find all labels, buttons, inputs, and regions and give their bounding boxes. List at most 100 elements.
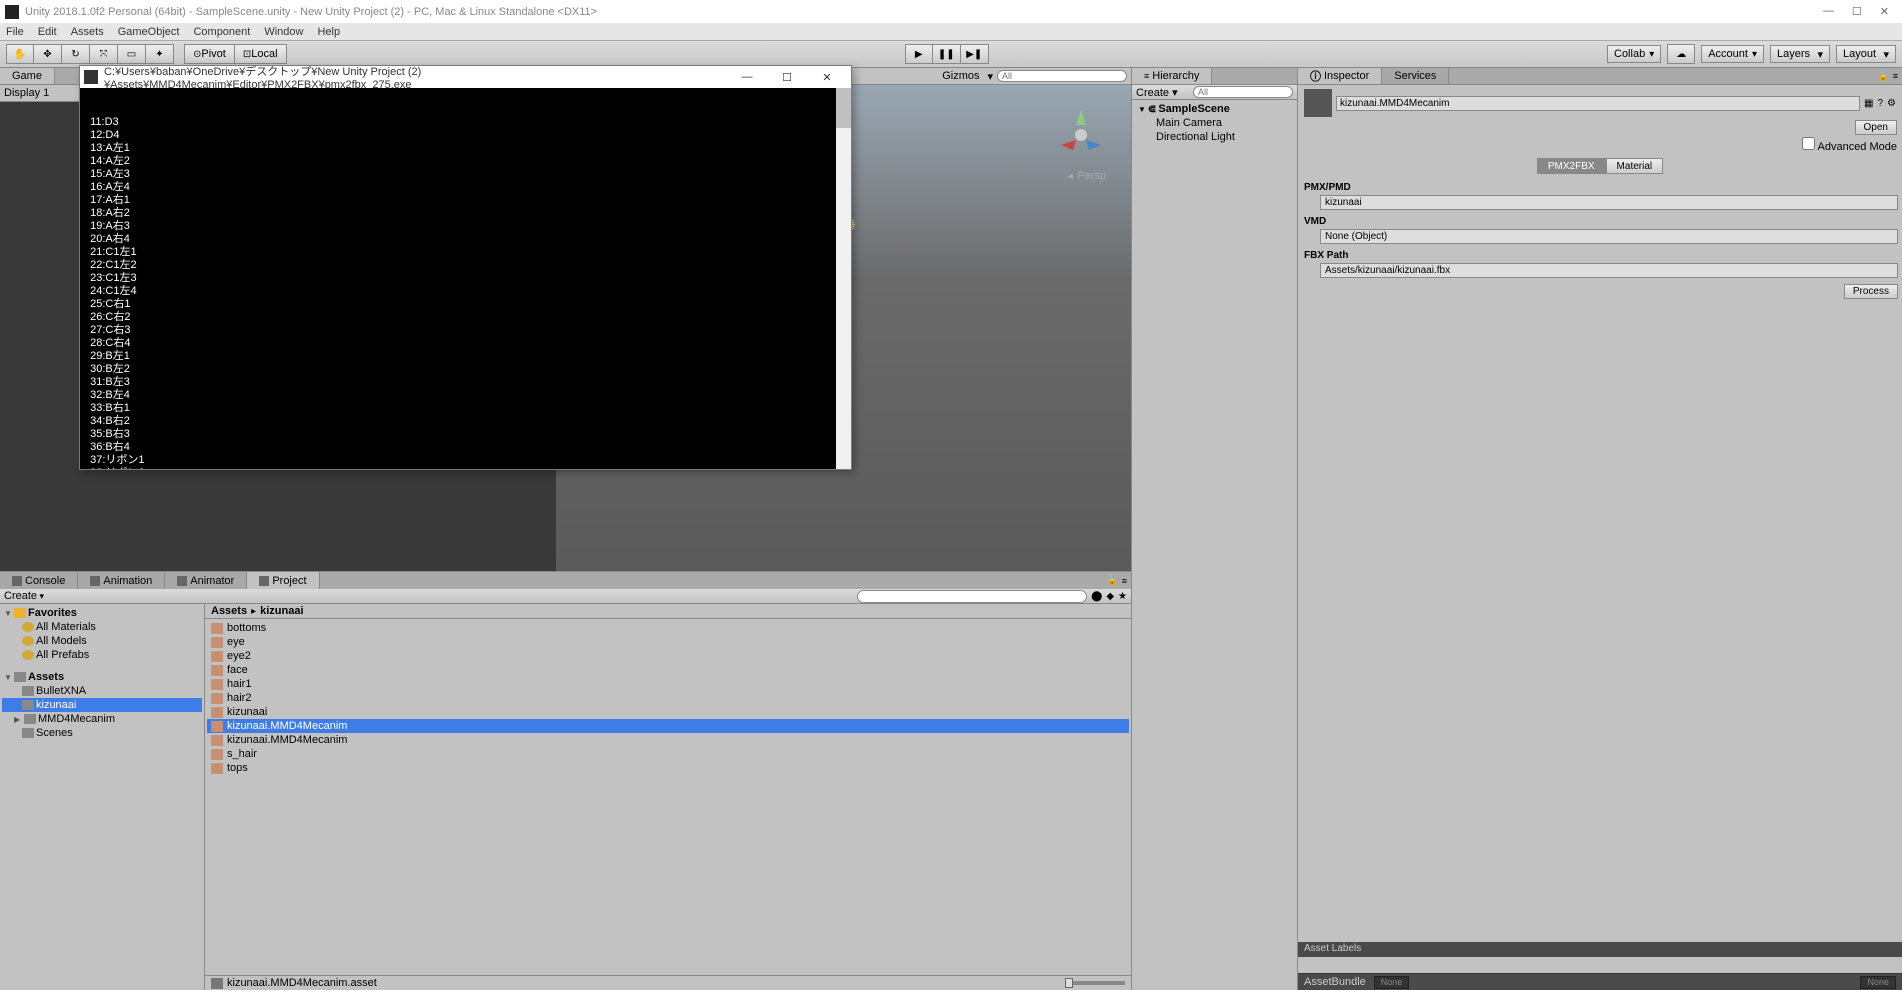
vmd-label: VMD	[1302, 212, 1898, 229]
animator-tab[interactable]: Animator	[165, 572, 247, 589]
search-filter-icon[interactable]: ⬤	[1091, 591, 1102, 602]
gizmos-dropdown[interactable]: Gizmos	[942, 70, 979, 82]
move-tool-button[interactable]: ✥	[34, 44, 62, 64]
console-tab[interactable]: Console	[0, 572, 78, 589]
menu-gameobject[interactable]: GameObject	[118, 26, 180, 38]
fav-all-models[interactable]: All Models	[2, 634, 202, 648]
favorites-header[interactable]: ▼Favorites	[2, 606, 202, 620]
asset-item[interactable]: hair2	[207, 691, 1129, 705]
folder-mmd4mecanim[interactable]: ▶MMD4Mecanim	[2, 712, 202, 726]
assets-header[interactable]: ▼Assets	[2, 670, 202, 684]
breadcrumb-root[interactable]: Assets	[211, 605, 247, 617]
asset-item[interactable]: hair1	[207, 677, 1129, 691]
project-create-dropdown[interactable]: Create ▾	[4, 590, 44, 602]
menu-edit[interactable]: Edit	[38, 26, 57, 38]
panel-menu-icon[interactable]: ≡	[1122, 576, 1127, 586]
pause-button[interactable]: ❚❚	[933, 44, 961, 64]
hierarchy-create-dropdown[interactable]: Create ▾	[1136, 86, 1178, 99]
inspector-tab[interactable]: ⓘ Inspector	[1298, 68, 1382, 84]
layout-dropdown[interactable]: Layout ▾	[1836, 45, 1896, 63]
collab-dropdown[interactable]: Collab ▾	[1607, 45, 1661, 63]
asset-item[interactable]: bottoms	[207, 621, 1129, 635]
pmx-field[interactable]	[1320, 195, 1898, 210]
asset-item[interactable]: kizunaai.MMD4Mecanim	[207, 719, 1129, 733]
display-dropdown[interactable]: Display 1	[4, 87, 49, 99]
exe-icon	[84, 70, 98, 84]
animation-tab[interactable]: Animation	[78, 572, 165, 589]
console-minimize-button[interactable]: —	[727, 71, 767, 84]
asset-name-field[interactable]	[1336, 96, 1860, 111]
asset-item[interactable]: s_hair	[207, 747, 1129, 761]
hierarchy-tab[interactable]: ≡ Hierarchy	[1132, 68, 1212, 84]
asset-item[interactable]: kizunaai	[207, 705, 1129, 719]
directional-light-item[interactable]: Directional Light	[1134, 130, 1295, 144]
lock-icon[interactable]: 🔒	[1878, 71, 1889, 82]
step-button[interactable]: ▶❚	[961, 44, 989, 64]
open-button[interactable]: Open	[1855, 120, 1897, 135]
fbx-field[interactable]	[1320, 263, 1898, 278]
process-button[interactable]: Process	[1844, 284, 1898, 299]
game-tab[interactable]: Game	[0, 68, 55, 84]
asset-item[interactable]: eye	[207, 635, 1129, 649]
account-dropdown[interactable]: Account ▾	[1701, 45, 1764, 63]
scene-search[interactable]	[997, 70, 1127, 82]
console-titlebar[interactable]: C:¥Users¥baban¥OneDrive¥デスクトップ¥New Unity…	[80, 66, 851, 88]
close-button[interactable]: ✕	[1880, 5, 1889, 18]
project-tree: ▼Favorites All Materials All Models All …	[0, 604, 205, 990]
hand-tool-button[interactable]: ✋	[6, 44, 34, 64]
scale-tool-button[interactable]: ⤧	[90, 44, 118, 64]
menu-file[interactable]: File	[6, 26, 24, 38]
asset-item[interactable]: eye2	[207, 649, 1129, 663]
rect-tool-button[interactable]: ▭	[118, 44, 146, 64]
scene-gizmo-icon[interactable]	[1051, 105, 1111, 165]
material-tab-button[interactable]: Material	[1606, 158, 1664, 174]
maximize-button[interactable]: ☐	[1852, 5, 1862, 18]
layers-dropdown[interactable]: Layers ▾	[1770, 45, 1830, 63]
pmx2fbx-tab-button[interactable]: PMX2FBX	[1537, 158, 1606, 174]
folder-bulletxna[interactable]: BulletXNA	[2, 684, 202, 698]
play-button[interactable]: ▶	[905, 44, 933, 64]
menu-help[interactable]: Help	[317, 26, 340, 38]
vmd-field[interactable]	[1320, 229, 1898, 244]
asset-item[interactable]: face	[207, 663, 1129, 677]
asset-labels-header[interactable]: Asset Labels	[1298, 942, 1902, 957]
menu-window[interactable]: Window	[264, 26, 303, 38]
gear-icon[interactable]: ⚙	[1887, 98, 1896, 109]
asset-bundle-dropdown[interactable]: None	[1374, 976, 1410, 989]
menu-component[interactable]: Component	[193, 26, 250, 38]
console-scrollbar[interactable]	[836, 88, 851, 469]
project-tab[interactable]: Project	[247, 572, 319, 589]
menu-assets[interactable]: Assets	[71, 26, 104, 38]
prefab-icon[interactable]: ▦	[1864, 98, 1873, 109]
search-type-icon[interactable]: ◆	[1106, 591, 1114, 602]
fav-all-materials[interactable]: All Materials	[2, 620, 202, 634]
folder-icon	[14, 672, 26, 682]
main-camera-item[interactable]: Main Camera	[1134, 116, 1295, 130]
local-button[interactable]: ⊡ Local	[235, 44, 287, 64]
panel-menu-icon[interactable]: ≡	[1893, 71, 1898, 81]
hierarchy-search[interactable]	[1193, 86, 1293, 98]
advanced-mode-toggle[interactable]: Advanced Mode	[1802, 137, 1897, 153]
cloud-button[interactable]: ☁	[1667, 44, 1695, 64]
transform-tool-button[interactable]: ✦	[146, 44, 174, 64]
asset-bundle-variant-dropdown[interactable]: None	[1860, 976, 1896, 989]
pivot-button[interactable]: ⊙ Pivot	[184, 44, 235, 64]
search-save-icon[interactable]: ★	[1118, 591, 1127, 602]
folder-kizunaai[interactable]: kizunaai	[2, 698, 202, 712]
fav-all-prefabs[interactable]: All Prefabs	[2, 648, 202, 662]
project-search[interactable]	[857, 590, 1087, 603]
console-maximize-button[interactable]: ☐	[767, 71, 807, 84]
asset-item[interactable]: tops	[207, 761, 1129, 775]
services-tab[interactable]: Services	[1382, 68, 1449, 84]
help-icon[interactable]: ?	[1877, 98, 1883, 109]
zoom-slider[interactable]	[1065, 981, 1125, 985]
console-close-button[interactable]: ✕	[807, 71, 847, 84]
lock-icon[interactable]: 🔒	[1107, 575, 1118, 586]
asset-item[interactable]: kizunaai.MMD4Mecanim	[207, 733, 1129, 747]
folder-scenes[interactable]: Scenes	[2, 726, 202, 740]
rotate-tool-button[interactable]: ↻	[62, 44, 90, 64]
scene-item[interactable]: ▼ ⋐ SampleScene	[1134, 102, 1295, 116]
menu-bar: File Edit Assets GameObject Component Wi…	[0, 23, 1902, 41]
breadcrumb-current[interactable]: kizunaai	[260, 605, 303, 617]
minimize-button[interactable]: —	[1823, 5, 1834, 18]
